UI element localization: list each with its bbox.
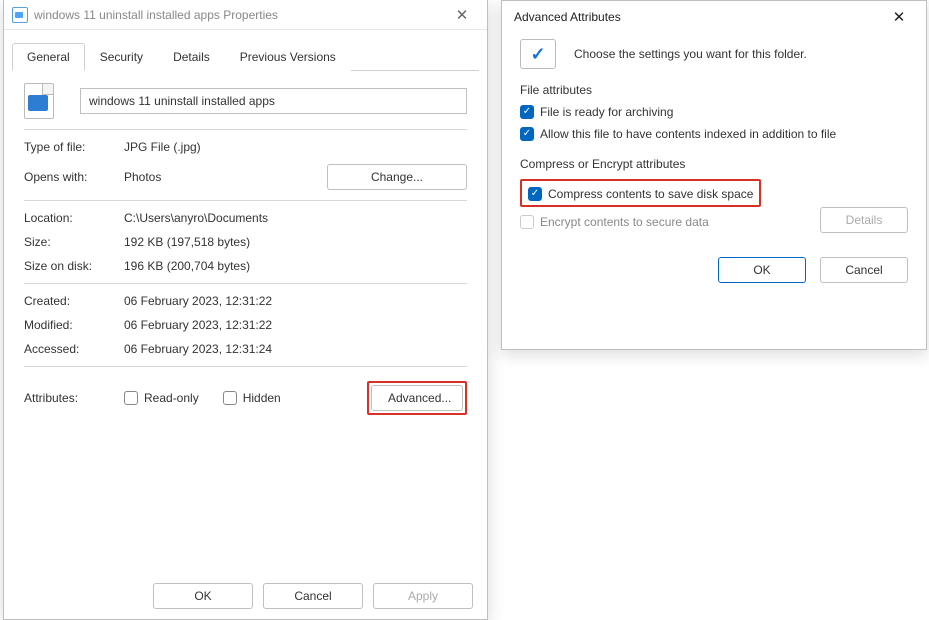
readonly-label: Read-only — [144, 391, 199, 405]
file-attributes-label: File attributes — [520, 83, 908, 97]
location-label: Location: — [24, 211, 124, 225]
details-button[interactable]: Details — [820, 207, 908, 233]
checkbox-icon — [223, 391, 237, 405]
checkbox-icon — [520, 215, 534, 229]
tab-general[interactable]: General — [12, 43, 85, 71]
hidden-checkbox[interactable]: Hidden — [223, 391, 281, 405]
attributes-label: Attributes: — [24, 391, 124, 405]
opens-with-value: Photos — [124, 170, 327, 184]
compress-encrypt-label: Compress or Encrypt attributes — [520, 157, 908, 171]
created-label: Created: — [24, 294, 124, 308]
properties-title: windows 11 uninstall installed apps Prop… — [34, 8, 278, 22]
cancel-button[interactable]: Cancel — [820, 257, 908, 283]
encrypt-label: Encrypt contents to secure data — [540, 215, 709, 229]
type-of-file-value: JPG File (.jpg) — [124, 140, 467, 154]
accessed-value: 06 February 2023, 12:31:24 — [124, 342, 467, 356]
readonly-checkbox[interactable]: Read-only — [124, 391, 199, 405]
properties-tabs: General Security Details Previous Versio… — [12, 42, 479, 71]
size-on-disk-label: Size on disk: — [24, 259, 124, 273]
ok-button[interactable]: OK — [153, 583, 253, 609]
modified-label: Modified: — [24, 318, 124, 332]
cancel-button[interactable]: Cancel — [263, 583, 363, 609]
properties-dialog: windows 11 uninstall installed apps Prop… — [3, 0, 488, 620]
close-icon[interactable]: ✕ — [884, 5, 914, 29]
advanced-info-text: Choose the settings you want for this fo… — [574, 47, 807, 61]
modified-value: 06 February 2023, 12:31:22 — [124, 318, 467, 332]
file-icon — [24, 83, 60, 119]
properties-buttons: OK Cancel Apply — [153, 583, 473, 609]
size-on-disk-value: 196 KB (200,704 bytes) — [124, 259, 467, 273]
compress-label: Compress contents to save disk space — [548, 187, 753, 201]
hidden-label: Hidden — [243, 391, 281, 405]
encrypt-checkbox[interactable]: Encrypt contents to secure data — [520, 215, 709, 229]
compress-highlight: ✓ Compress contents to save disk space — [520, 179, 761, 207]
advanced-attributes-dialog: Advanced Attributes ✕ ✓ Choose the setti… — [501, 0, 927, 350]
advanced-title: Advanced Attributes — [514, 10, 621, 24]
archiving-label: File is ready for archiving — [540, 105, 673, 119]
file-type-icon — [12, 7, 28, 23]
filename-input[interactable] — [80, 88, 467, 114]
checkbox-checked-icon: ✓ — [520, 105, 534, 119]
type-of-file-label: Type of file: — [24, 140, 124, 154]
checkmark-icon: ✓ — [520, 39, 556, 69]
properties-titlebar[interactable]: windows 11 uninstall installed apps Prop… — [4, 0, 487, 30]
size-label: Size: — [24, 235, 124, 249]
advanced-highlight: Advanced... — [367, 381, 467, 415]
size-value: 192 KB (197,518 bytes) — [124, 235, 467, 249]
tab-previous-versions[interactable]: Previous Versions — [225, 43, 351, 71]
accessed-label: Accessed: — [24, 342, 124, 356]
tab-security[interactable]: Security — [85, 43, 158, 71]
advanced-titlebar[interactable]: Advanced Attributes ✕ — [502, 1, 926, 33]
tab-details[interactable]: Details — [158, 43, 225, 71]
compress-checkbox[interactable]: ✓ Compress contents to save disk space — [528, 187, 753, 201]
location-value: C:\Users\anyro\Documents — [124, 211, 467, 225]
indexing-checkbox[interactable]: ✓ Allow this file to have contents index… — [520, 127, 836, 141]
advanced-button[interactable]: Advanced... — [371, 385, 463, 411]
created-value: 06 February 2023, 12:31:22 — [124, 294, 467, 308]
indexing-label: Allow this file to have contents indexed… — [540, 127, 836, 141]
change-button[interactable]: Change... — [327, 164, 467, 190]
checkbox-icon — [124, 391, 138, 405]
checkbox-checked-icon: ✓ — [528, 187, 542, 201]
apply-button[interactable]: Apply — [373, 583, 473, 609]
general-tab-body: Type of file: JPG File (.jpg) Opens with… — [4, 71, 487, 435]
archiving-checkbox[interactable]: ✓ File is ready for archiving — [520, 105, 673, 119]
checkbox-checked-icon: ✓ — [520, 127, 534, 141]
ok-button[interactable]: OK — [718, 257, 806, 283]
close-icon[interactable]: ✕ — [445, 3, 479, 27]
opens-with-label: Opens with: — [24, 170, 124, 184]
